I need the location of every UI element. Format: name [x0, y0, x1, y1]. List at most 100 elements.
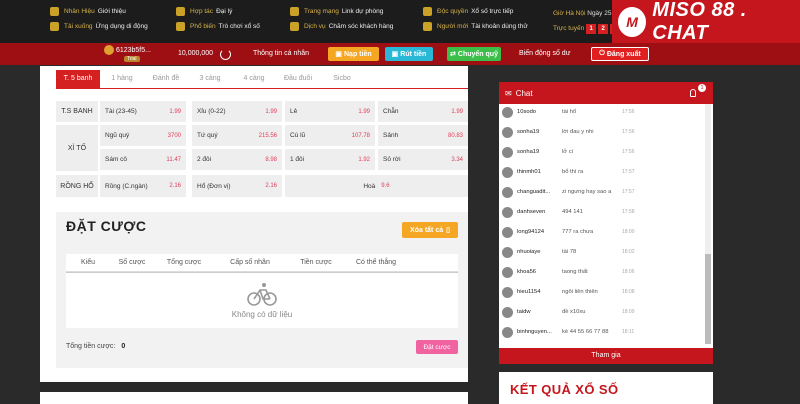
bet-cell[interactable]: Sám cô 11.47 [100, 149, 186, 170]
bet-cell[interactable]: Sảnh 80.83 [378, 125, 468, 146]
chat-message: hieu1154 ngôi liên thiên 18:08 [502, 284, 702, 304]
join-chat-button[interactable]: Tham gia [499, 348, 713, 364]
trial-link[interactable]: Người mới Tài khoản dùng thử [423, 19, 528, 34]
bet-cell[interactable]: 1 đôi 1.92 [285, 149, 375, 170]
avatar [502, 107, 513, 118]
chat-message: sonha19 lời đau y nhi 17:56 [502, 124, 702, 144]
header-col-4: Độc quyền Xổ số trực tiếp Người mới Tài kh… [423, 4, 528, 34]
tab-danh-de[interactable]: Đánh đề [144, 70, 188, 88]
tab-divider [56, 88, 468, 89]
deposit-button[interactable]: ▣ Nạp tiền [328, 47, 379, 61]
avatar [104, 45, 114, 55]
bet-cell[interactable]: Xỉu (0-22) 1.99 [192, 101, 282, 122]
site-logo[interactable]: M MISO 88 . CHAT [612, 0, 800, 44]
popular-link[interactable]: Phổ biến Trò chơi xổ số [176, 19, 260, 34]
chat-message: 10sodo tài hổ 17:56 [502, 104, 702, 124]
bet-cell[interactable]: Rồng (C.ngàn) 2.16 [100, 175, 186, 197]
bet-cell[interactable]: Chẵn 1.99 [378, 101, 468, 122]
col-tien-cuoc: Tiền cược [300, 259, 332, 266]
user-info[interactable]: 6123b5f5... Trial [104, 45, 151, 62]
thumbs-up-icon [423, 7, 432, 16]
row-label-tsbanh: T.S BANH [56, 101, 98, 122]
chat-message: long94124 777 ra chưa 18:00 [502, 224, 702, 244]
avatar [502, 167, 513, 178]
bet-cell[interactable]: Sỏ rời 3.34 [378, 149, 468, 170]
avatar [502, 307, 513, 318]
crown-icon [50, 7, 59, 16]
chat-icon: ✉ [505, 88, 512, 98]
scroll-thumb[interactable] [705, 254, 711, 344]
header-col-1: Nhân Hiệu Giới thiệu Tải xuống Ứng dụng di… [50, 4, 148, 34]
balance: 10,000,000 [178, 50, 214, 57]
chat-message: khoa56 taong thất 18:06 [502, 264, 702, 284]
avatar [502, 207, 513, 218]
withdraw-button[interactable]: ▣ Rút tiền [385, 47, 433, 61]
bet-cell[interactable]: Ngũ quý 3700 [100, 125, 186, 146]
bet-cell[interactable]: Tứ quý 215.56 [192, 125, 282, 146]
chat-header: ✉ Chat [499, 82, 713, 104]
chat-message: changuadit... zi ngưng hay sao a 17:57 [502, 184, 702, 204]
tab-3-cang[interactable]: 3 càng [188, 70, 232, 88]
game-tabs: T. 5 banh 1 hàng Đánh đề 3 càng 4 càng Đ… [56, 70, 364, 88]
row-label-rongho: RỒNG HỔ [56, 175, 98, 197]
col-tong-cuoc: Tổng cược [166, 259, 202, 266]
tab-4-cang[interactable]: 4 càng [232, 70, 276, 88]
header-col-2: Hợp tác Đại lý Phổ biến Trò chơi xổ số [176, 4, 260, 34]
support-icon [290, 22, 299, 31]
transfer-button[interactable]: ⇄ Chuyển quỹ [447, 47, 501, 61]
withdraw-icon: ▣ [391, 51, 399, 58]
col-so-cuoc: Số cược [118, 259, 146, 266]
avatar [502, 327, 513, 338]
power-icon: ⏻ [599, 50, 605, 57]
bet-table-header: Kiểu Số cược Tổng cược Cấp số nhân Tiền … [66, 254, 458, 272]
globe-icon [290, 7, 299, 16]
chat-message: sonha19 lở ci 17:56 [502, 144, 702, 164]
bet-cell[interactable]: Cù lũ 107.78 [285, 125, 375, 146]
chat-message: binhnguyen... kè 44 55 66 77 88 18:11 [502, 324, 702, 344]
lower-panel [40, 392, 468, 404]
tab-5-banh[interactable]: T. 5 banh [56, 70, 100, 88]
download-link[interactable]: Tải xuống Ứng dụng di động [50, 19, 148, 34]
trial-badge: Trial [124, 56, 140, 62]
exclusive-link[interactable]: Độc quyền Xổ số trực tiếp [423, 4, 528, 19]
handshake-icon [176, 7, 185, 16]
chat-message: thinmh01 bổ thì ra 17:57 [502, 164, 702, 184]
tab-1-hang[interactable]: 1 hàng [100, 70, 144, 88]
avatar [502, 287, 513, 298]
bet-cell[interactable]: 2 đôi 8.98 [192, 149, 282, 170]
col-co-the-thang: Có thể thắng [355, 259, 397, 266]
logo-text: MISO 88 . CHAT [652, 0, 747, 44]
bell-icon[interactable] [690, 89, 696, 97]
avatar [502, 267, 513, 278]
trash-icon: ▯ [446, 227, 450, 234]
bet-cell[interactable]: Lẻ 1.99 [285, 101, 375, 122]
results-title: KẾT QUẢ XỔ SỐ [510, 382, 619, 397]
header-col-3: Trang mạng Link dự phòng Dịch vụ Chăm sóc … [290, 4, 393, 34]
chat-message: nhuoiaye tài 78 18:02 [502, 244, 702, 264]
support-link[interactable]: Dịch vụ Chăm sóc khách hàng [290, 19, 393, 34]
logo-mark: M [618, 6, 647, 37]
place-bet-button[interactable]: Đặt cược [416, 340, 458, 354]
user-icon [423, 22, 432, 31]
brand-link[interactable]: Nhân Hiệu Giới thiệu [50, 4, 148, 19]
tab-sicbo[interactable]: Sicbo [320, 70, 364, 88]
bet-title: ĐẶT CƯỢC [66, 218, 147, 234]
bet-cell[interactable]: Hoà 9.6 [285, 175, 468, 197]
bet-cell[interactable]: Tài (23-45) 1.99 [100, 101, 186, 122]
partner-link[interactable]: Hợp tác Đại lý [176, 4, 260, 19]
refresh-icon[interactable] [220, 49, 231, 60]
col-kieu: Kiểu [80, 259, 95, 266]
notification-count: 1 [698, 84, 706, 92]
tab-dau-duoi[interactable]: Đầu đuôi [276, 70, 320, 88]
avatar [502, 187, 513, 198]
bet-cell[interactable]: Hổ (Đơn vị) 2.16 [192, 175, 282, 197]
profile-link[interactable]: Thông tin cá nhân [253, 50, 309, 57]
star-icon [176, 22, 185, 31]
chat-scrollbar[interactable] [705, 104, 711, 344]
clear-all-button[interactable]: Xóa tất cả ▯ [402, 222, 458, 238]
avatar [502, 247, 513, 258]
logout-button[interactable]: ⏻ Đăng xuất [591, 47, 649, 61]
backup-link[interactable]: Trang mạng Link dự phòng [290, 4, 393, 19]
balance-history-link[interactable]: Biến động số dư [519, 50, 570, 57]
avatar [502, 227, 513, 238]
